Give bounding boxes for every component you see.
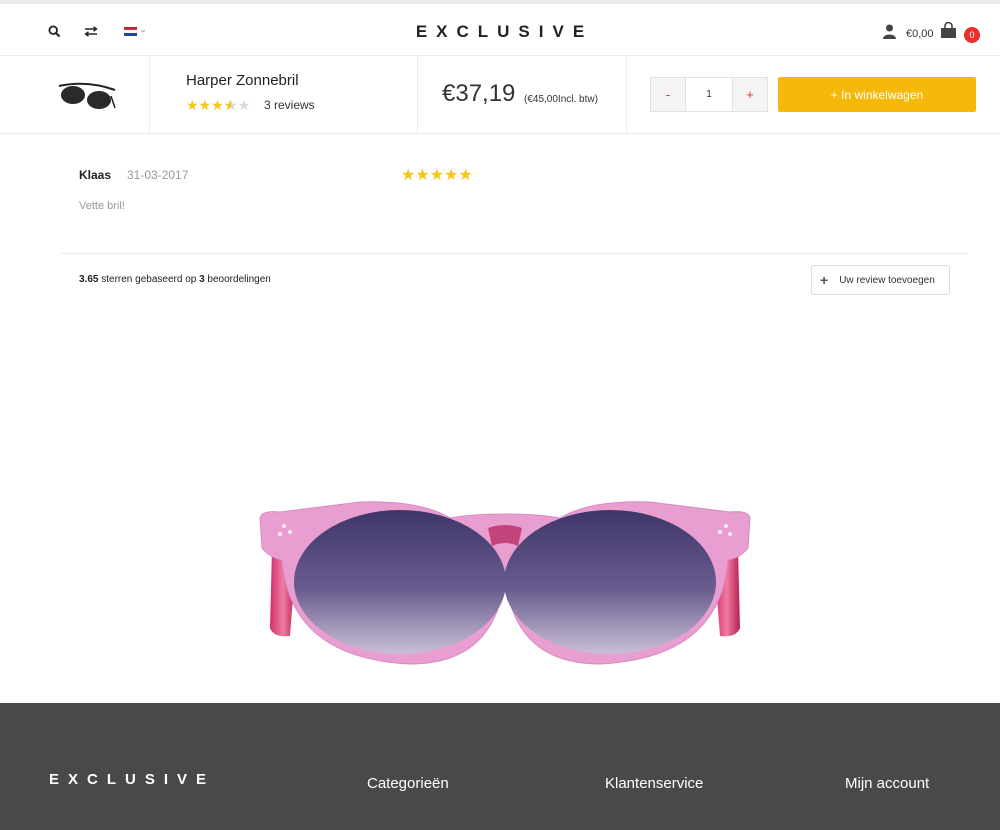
review-stars: ★★★★★ <box>401 167 473 184</box>
rating-summary-text-b: beoordelingen <box>204 274 271 285</box>
quantity-decrease-button[interactable]: - <box>651 78 685 111</box>
product-image <box>259 501 751 665</box>
product-thumbnail[interactable] <box>57 78 117 112</box>
rating-summary: 3.65 sterren gebaseerd op 3 beoordelinge… <box>79 274 271 285</box>
cart-count-badge: 0 <box>964 27 980 43</box>
product-name: Harper Zonnebril <box>186 72 299 89</box>
review-author: Klaas <box>79 168 112 182</box>
add-to-cart-button[interactable]: + In winkelwagen <box>778 77 976 112</box>
sticky-product-bar: Harper Zonnebril ★★★★★★ 3 reviews €37,19… <box>0 56 1000 134</box>
review-date: 31-03-2017 <box>127 168 189 182</box>
quantity-input[interactable]: 1 <box>685 78 733 111</box>
quantity-stepper: - 1 + <box>650 77 768 112</box>
footer-heading-categories[interactable]: Categorieën <box>367 775 449 792</box>
product-thumbnail-cell <box>0 56 150 133</box>
site-logo[interactable]: EXCLUSIVE <box>0 22 1000 42</box>
product-info-cell <box>150 56 418 133</box>
add-review-label: Uw review toevoegen <box>839 274 935 286</box>
product-rating-stars: ★★★★★★ <box>186 97 251 113</box>
cart-icon[interactable] <box>939 21 957 39</box>
footer-heading-my-account[interactable]: Mijn account <box>845 775 929 792</box>
reviews-link[interactable]: 3 reviews <box>264 98 315 112</box>
cart-amount[interactable]: €0,00 <box>906 28 934 40</box>
add-review-button[interactable]: + Uw review toevoegen <box>811 265 950 295</box>
user-icon[interactable] <box>880 22 898 40</box>
divider <box>60 253 968 254</box>
price-incl-vat: (€45,00Incl. btw) <box>524 94 598 105</box>
footer-logo[interactable]: EXCLUSIVE <box>49 771 215 788</box>
quantity-increase-button[interactable]: + <box>733 78 767 111</box>
product-price: €37,19 <box>442 80 516 107</box>
site-footer: EXCLUSIVE Categorieën Klantenservice Mij… <box>0 703 1000 830</box>
rating-summary-text-a: sterren gebaseerd op <box>98 274 200 285</box>
rating-score: 3.65 <box>79 274 99 285</box>
review-text: Vette bril! <box>79 200 125 212</box>
plus-icon: + <box>820 272 829 288</box>
site-header: EXCLUSIVE €0,00 0 <box>0 0 1000 56</box>
footer-heading-customer-service[interactable]: Klantenservice <box>605 775 703 792</box>
